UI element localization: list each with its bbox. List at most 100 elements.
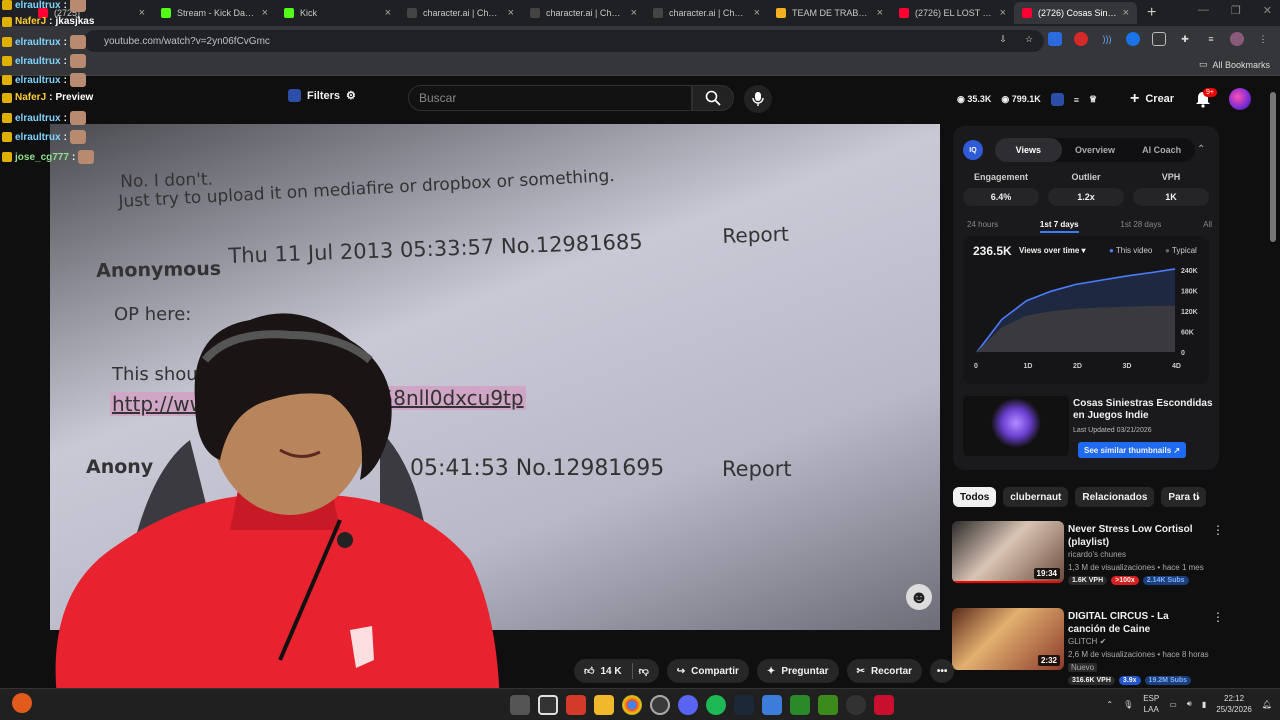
chevron-right-icon[interactable]: › bbox=[1196, 490, 1200, 504]
app-icon[interactable] bbox=[566, 695, 586, 715]
trophy-icon[interactable]: ♕ bbox=[1089, 94, 1097, 105]
close-tab-icon[interactable]: × bbox=[385, 7, 391, 19]
browser-tab[interactable]: (2726) Cosas Siniestr × bbox=[1014, 2, 1137, 24]
rec-title[interactable]: DIGITAL CIRCUS - La canción de Caine bbox=[1068, 610, 1208, 636]
tab-ai-coach[interactable]: AI Coach bbox=[1128, 138, 1195, 162]
tab-overview[interactable]: Overview bbox=[1062, 138, 1129, 162]
chat-emote-icon bbox=[69, 0, 86, 12]
collapse-icon[interactable]: ⌃ bbox=[1197, 144, 1205, 155]
vidiq-icon[interactable] bbox=[1050, 93, 1064, 106]
app-icon[interactable] bbox=[790, 695, 810, 715]
browser-tab[interactable]: character.ai | Chat de × bbox=[399, 2, 522, 24]
media-icon[interactable]: ≡ bbox=[1204, 32, 1218, 46]
ask-button[interactable]: ✦ Preguntar bbox=[756, 659, 839, 683]
chip-clubernaut[interactable]: clubernaut bbox=[1003, 487, 1069, 507]
recommendation-item[interactable]: 19:34 Never Stress Low Cortisol (playlis… bbox=[952, 521, 1232, 601]
extension-icon[interactable] bbox=[1152, 32, 1166, 46]
rec-title[interactable]: Never Stress Low Cortisol (playlist) bbox=[1068, 523, 1208, 549]
url-field[interactable]: youtube.com/watch?v=2yn06fCvGmc bbox=[84, 30, 1044, 52]
chip-todos[interactable]: Todos bbox=[953, 487, 997, 507]
like-button[interactable]: 👍︎ 14 K 👎︎ bbox=[574, 659, 659, 683]
profile-icon[interactable] bbox=[1230, 32, 1244, 46]
extension-icon[interactable] bbox=[1048, 32, 1062, 46]
close-tab-icon[interactable]: × bbox=[877, 7, 883, 19]
minimize-icon[interactable]: — bbox=[1198, 4, 1209, 17]
app-icon[interactable] bbox=[818, 695, 838, 715]
browser-tab[interactable]: character.ai | Chat de × bbox=[645, 2, 768, 24]
folder-icon[interactable] bbox=[594, 695, 614, 715]
tab-title: character.ai | Chat de bbox=[423, 8, 502, 18]
chevron-up-icon[interactable]: ⌃ bbox=[1106, 700, 1113, 709]
volume-icon[interactable]: 🔊︎ bbox=[1187, 699, 1192, 709]
share-button[interactable]: ↪ Compartir bbox=[666, 659, 749, 683]
spotify-icon[interactable] bbox=[706, 695, 726, 715]
similar-thumbnails-button[interactable]: See similar thumbnails ↗ bbox=[1078, 442, 1187, 458]
close-tab-icon[interactable]: × bbox=[1000, 7, 1006, 19]
star-icon[interactable]: ☆ bbox=[1022, 32, 1036, 46]
recommendation-item[interactable]: 2:32 DIGITAL CIRCUS - La canción de Cain… bbox=[952, 608, 1232, 688]
clip-button[interactable]: ✂ Recortar bbox=[846, 659, 923, 683]
steam-icon[interactable] bbox=[734, 695, 754, 715]
language-indicator[interactable]: ESP LAA bbox=[1143, 693, 1159, 715]
app-icon[interactable] bbox=[538, 695, 558, 715]
thumbs-down-icon[interactable]: 👎︎ bbox=[639, 665, 649, 677]
search-input[interactable]: Buscar bbox=[408, 85, 692, 111]
browser-tab[interactable]: character.ai | Chat de × bbox=[522, 2, 645, 24]
puzzle-icon[interactable]: ✚ bbox=[1178, 32, 1192, 46]
close-tab-icon[interactable]: × bbox=[1123, 7, 1129, 19]
close-tab-icon[interactable]: × bbox=[631, 7, 637, 19]
close-window-icon[interactable]: ✕ bbox=[1263, 4, 1272, 17]
browser-tab[interactable]: Kick × bbox=[276, 2, 399, 24]
extension-icon[interactable]: ))) bbox=[1100, 32, 1114, 46]
more-icon[interactable]: ⋮ bbox=[1212, 610, 1224, 624]
tab-views[interactable]: Views bbox=[995, 138, 1062, 162]
mic-icon[interactable]: 🎙︎ bbox=[1123, 700, 1133, 709]
more-actions-button[interactable]: ••• bbox=[930, 659, 955, 683]
list-icon[interactable]: ≡ bbox=[1074, 95, 1079, 105]
menu-icon[interactable]: ⋮ bbox=[1256, 32, 1270, 46]
period-24h[interactable]: 24 hours bbox=[967, 220, 998, 233]
period-all[interactable]: All bbox=[1203, 220, 1212, 233]
rec-channel[interactable]: GLITCH ✔ bbox=[1068, 637, 1106, 646]
close-tab-icon[interactable]: × bbox=[754, 7, 760, 19]
network-icon[interactable]: ▭ bbox=[1169, 700, 1177, 709]
install-icon[interactable]: ⇩ bbox=[996, 32, 1010, 46]
discord-icon[interactable] bbox=[678, 695, 698, 715]
more-icon[interactable]: ⋮ bbox=[1212, 523, 1224, 537]
weather-icon[interactable] bbox=[12, 693, 32, 713]
metric-label: Outlier bbox=[1071, 172, 1101, 182]
browser-tab[interactable]: (2726) EL LOST MEDI × bbox=[891, 2, 1014, 24]
avatar[interactable] bbox=[1229, 88, 1251, 110]
chrome-icon[interactable] bbox=[622, 695, 642, 715]
clock[interactable]: 22:12 25/3/2026 bbox=[1216, 693, 1252, 715]
filters-button[interactable]: Filters ⚙ bbox=[288, 89, 356, 102]
reaction-button[interactable]: ☻ bbox=[906, 584, 932, 610]
period-28d[interactable]: 1st 28 days bbox=[1120, 220, 1161, 233]
app-icon[interactable] bbox=[510, 695, 530, 715]
browser-tab[interactable]: TEAM DE TRABAJO L × bbox=[768, 2, 891, 24]
video-player[interactable]: No. I don't. Just try to upload it on me… bbox=[50, 124, 940, 630]
app-icon[interactable] bbox=[846, 695, 866, 715]
bell-icon[interactable]: 🔔︎ bbox=[1262, 700, 1272, 709]
app-icon[interactable] bbox=[874, 695, 894, 715]
search-button[interactable] bbox=[692, 85, 734, 111]
rec-thumbnail[interactable]: 2:32 bbox=[952, 608, 1064, 670]
rec-channel[interactable]: ricardo's chunes bbox=[1068, 550, 1126, 559]
extension-icon[interactable] bbox=[1074, 32, 1088, 46]
maximize-icon[interactable]: ❐ bbox=[1231, 4, 1241, 17]
extension-icon[interactable] bbox=[1126, 32, 1140, 46]
app-icon[interactable] bbox=[762, 695, 782, 715]
close-tab-icon[interactable]: × bbox=[262, 7, 268, 19]
chip-relacionados[interactable]: Relacionados bbox=[1075, 487, 1155, 507]
battery-icon[interactable]: ▮ bbox=[1202, 700, 1206, 709]
close-tab-icon[interactable]: × bbox=[508, 7, 514, 19]
period-7d[interactable]: 1st 7 days bbox=[1039, 220, 1079, 233]
scrollbar-thumb[interactable] bbox=[1270, 92, 1276, 242]
create-button[interactable]: + Crear bbox=[1130, 90, 1174, 108]
all-bookmarks[interactable]: ▭ All Bookmarks bbox=[1199, 59, 1270, 70]
app-icon[interactable] bbox=[650, 695, 670, 715]
new-tab-button[interactable]: + bbox=[1147, 4, 1156, 22]
scrollbar[interactable] bbox=[1270, 84, 1278, 684]
voice-search-button[interactable] bbox=[744, 85, 772, 113]
rec-thumbnail[interactable]: 19:34 bbox=[952, 521, 1064, 583]
